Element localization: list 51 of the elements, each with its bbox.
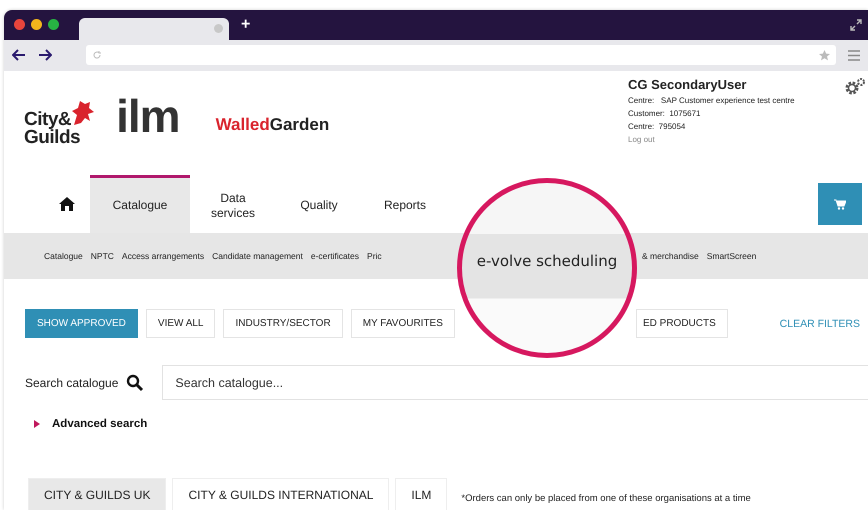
settings-icon[interactable] [844, 77, 866, 97]
maximize-dot[interactable] [48, 19, 59, 30]
user-detail: Centre: SAP Customer experience test centre [628, 96, 796, 105]
ilm-logo: ilm [116, 89, 180, 144]
subnav-link[interactable]: Access arrangements [122, 251, 204, 261]
back-icon[interactable] [12, 49, 26, 62]
logout-link[interactable]: Log out [628, 135, 838, 144]
filter-button[interactable]: INDUSTRY/SECTOR [223, 309, 343, 338]
organisation-tab[interactable]: CITY & GUILDS UK [28, 478, 166, 510]
nav-tab[interactable]: Reports [362, 175, 448, 233]
logo-text: Guilds [24, 129, 80, 147]
search-field[interactable]: Search catalogue... [162, 365, 868, 400]
subnav-link[interactable]: SmartScreen [706, 251, 756, 261]
subnav-link[interactable]: Candidate management [212, 251, 303, 261]
brand-logo: WalledGarden [216, 115, 330, 136]
new-tab-button[interactable]: + [241, 16, 250, 34]
organisation-tab[interactable]: CITY & GUILDS INTERNATIONAL [172, 478, 390, 510]
close-dot[interactable] [14, 19, 25, 30]
cart-icon [834, 198, 846, 210]
menu-icon[interactable] [848, 50, 860, 61]
star-icon[interactable] [819, 50, 830, 61]
search-label: Search catalogue [25, 376, 118, 390]
forward-icon[interactable] [38, 49, 52, 62]
logo-text: City& [24, 111, 72, 129]
user-name: CG SecondaryUser [628, 77, 748, 92]
nav-tab[interactable]: Quality [276, 175, 362, 233]
browser-tab[interactable] [79, 18, 229, 40]
subnav-link[interactable]: Pric [367, 251, 382, 261]
filter-button[interactable]: ED PRODUCTS [636, 309, 728, 338]
cart-button[interactable] [818, 183, 862, 225]
search-icon[interactable] [126, 374, 144, 392]
clear-filters-link[interactable]: CLEAR FILTERS [780, 318, 860, 330]
subnav-link[interactable]: NPTC [90, 251, 114, 261]
organisation-tab[interactable]: ILM [395, 478, 448, 510]
user-detail: Customer: 1075671 [628, 109, 702, 118]
subnav-link[interactable]: & merchandise [642, 251, 699, 261]
subnav-link[interactable]: Catalogue [44, 251, 83, 261]
nav-tab[interactable]: Catalogue [90, 175, 190, 233]
minimize-dot[interactable] [31, 19, 42, 30]
subnav-link[interactable]: e-certificates [310, 251, 360, 261]
home-icon [59, 197, 75, 211]
nav-tab[interactable]: Data services [190, 175, 276, 233]
address-field[interactable] [86, 45, 836, 66]
orders-note: *Orders can only be placed from one of these organisations at a time [461, 493, 751, 504]
filter-button[interactable]: VIEW ALL [146, 309, 216, 338]
expand-icon[interactable] [850, 18, 862, 31]
advanced-search-toggle[interactable]: Advanced search [34, 418, 148, 430]
filter-button[interactable]: SHOW APPROVED [25, 309, 138, 338]
user-detail: Centre: 795054 [628, 122, 686, 131]
filter-button[interactable]: MY FAVOURITES [350, 309, 455, 338]
magnified-text: e-volve scheduling [476, 252, 618, 270]
